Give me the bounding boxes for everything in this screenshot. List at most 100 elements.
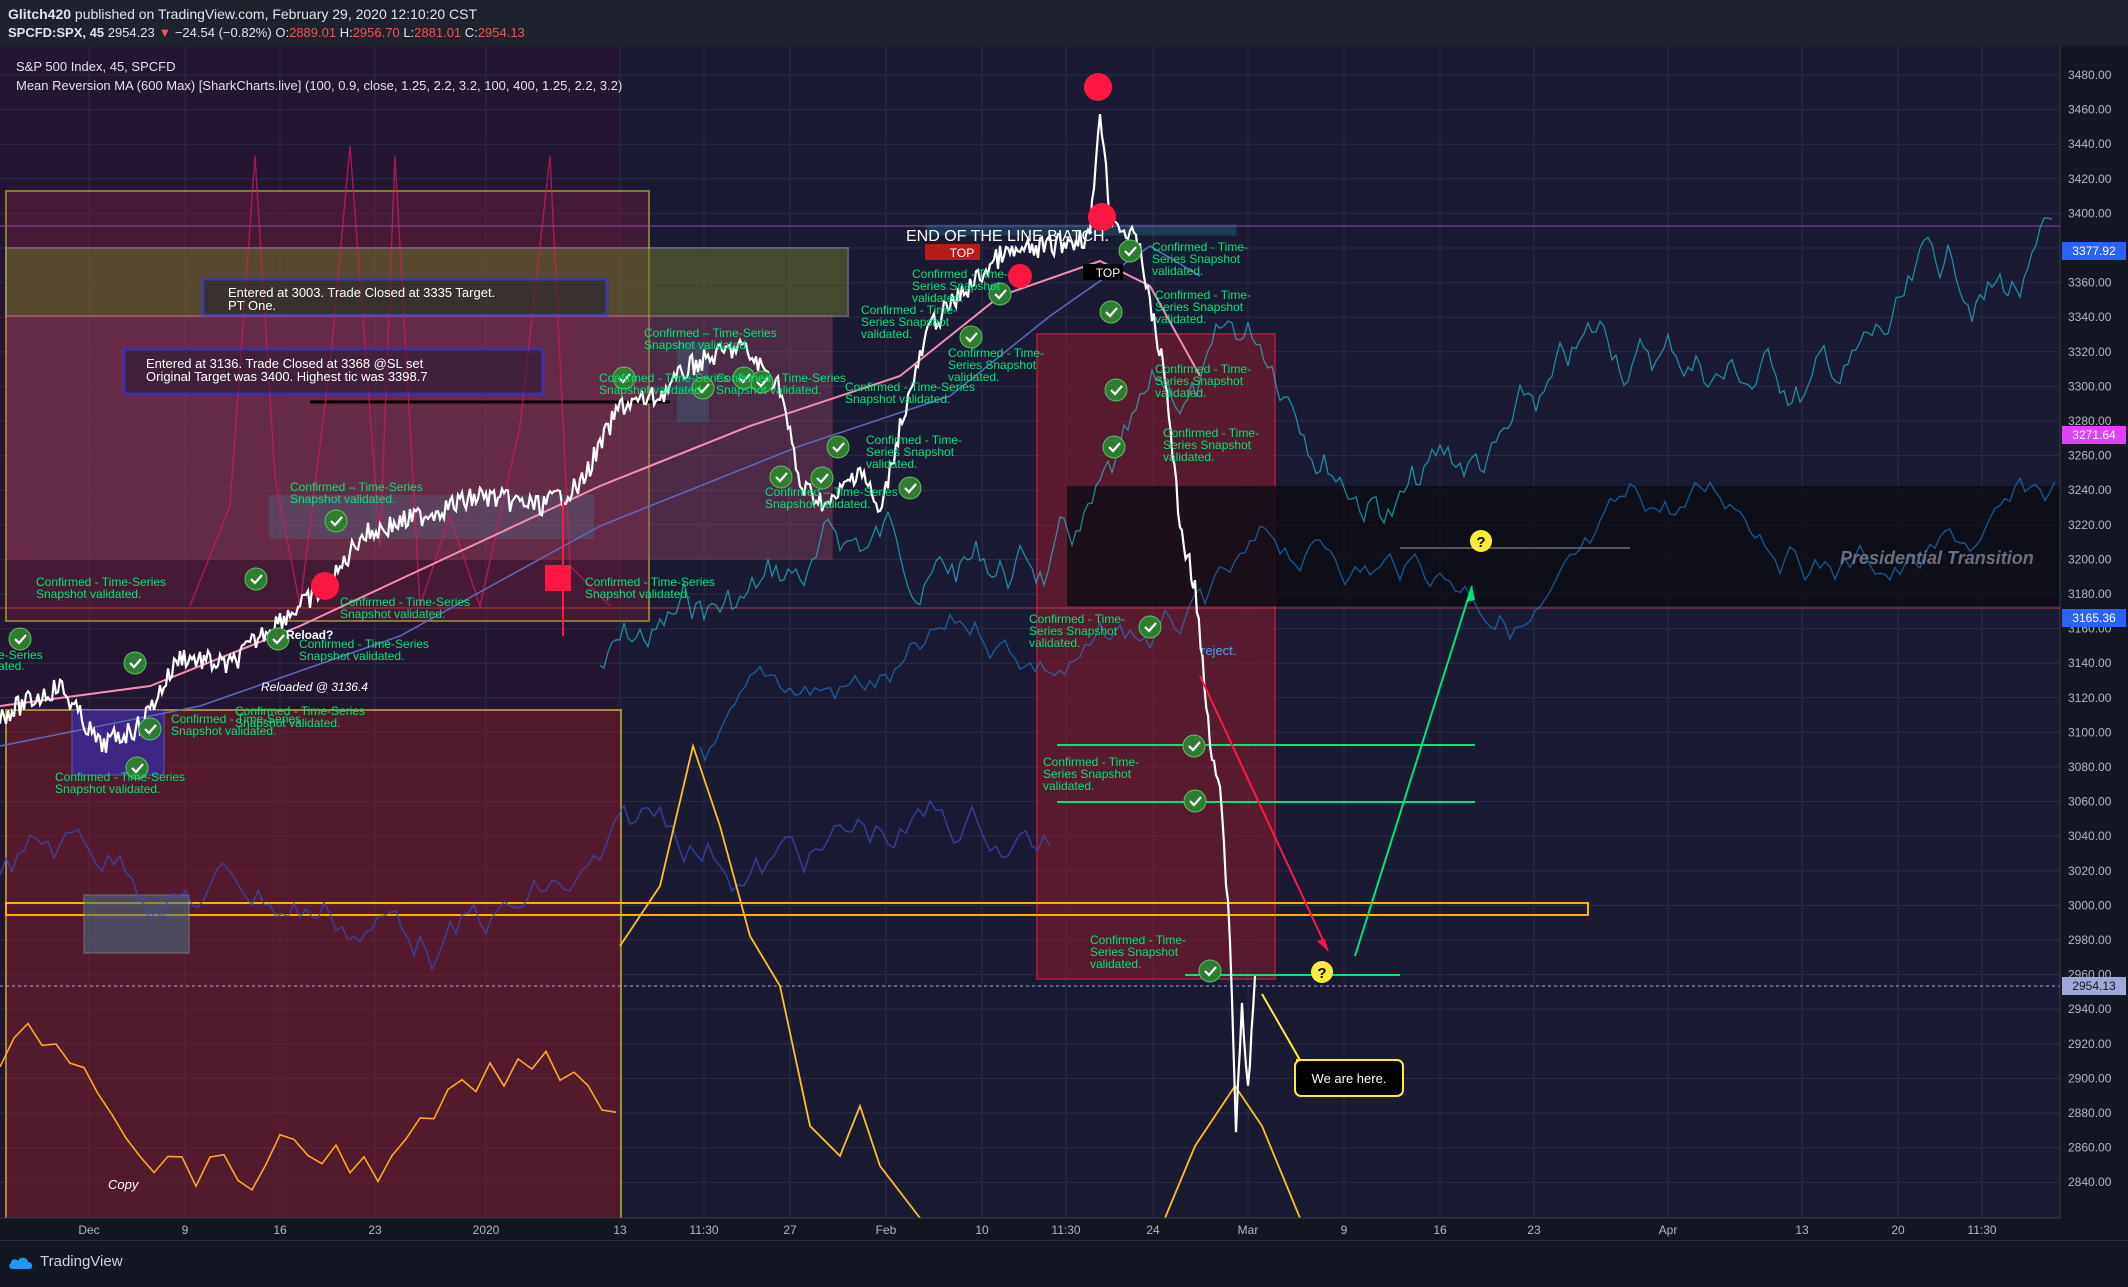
price-tick-label: 3100.00 (2068, 725, 2112, 739)
check-icon[interactable] (1182, 734, 1206, 758)
open-label: O: (275, 25, 290, 40)
check-icon[interactable] (826, 435, 850, 459)
reject-label: reject. (1201, 643, 1236, 658)
check-icon[interactable] (898, 476, 922, 500)
price-tick-label: 3480.00 (2068, 68, 2112, 82)
question-2-label: ? (1317, 965, 1326, 982)
time-tick-label: Feb (876, 1223, 897, 1237)
price-tick-label: 3280.00 (2068, 414, 2112, 428)
price-tick-label: 2900.00 (2068, 1071, 2112, 1085)
close-value: 2954.13 (477, 25, 525, 40)
price-tick-label: 3240.00 (2068, 483, 2112, 497)
confirm-label: ated. (0, 659, 25, 673)
check-icon[interactable] (1118, 239, 1142, 263)
ohlc-line: SPCFD:SPX, 45 2954.23 ▼ −24.54 (−0.82%) … (8, 25, 525, 40)
time-tick-label: 16 (273, 1223, 287, 1237)
down-arrow-icon: ▼ (158, 25, 172, 40)
price-tick-label: 3420.00 (2068, 172, 2112, 186)
badge-top-text: 3377.92 (2072, 244, 2116, 258)
time-tick-label: 11:30 (1051, 1223, 1080, 1237)
price-tick-label: 3180.00 (2068, 587, 2112, 601)
tradingview-cloud-icon (9, 1257, 33, 1269)
price-tick-label: 3360.00 (2068, 276, 2112, 290)
high-value: 2956.70 (352, 25, 400, 40)
price-tick-label: 3140.00 (2068, 656, 2112, 670)
check-icon[interactable] (324, 509, 348, 533)
red-marker-3[interactable] (1008, 264, 1032, 288)
author-name[interactable]: Glitch420 (8, 6, 71, 22)
footer-brand: TradingView (40, 1253, 123, 1270)
price-tick-label: 2940.00 (2068, 1002, 2112, 1016)
check-icon[interactable] (1183, 789, 1207, 813)
check-icon[interactable] (8, 627, 32, 651)
check-icon[interactable] (244, 567, 268, 591)
high-label: H: (339, 25, 353, 40)
price-tick-label: 3000.00 (2068, 898, 2112, 912)
reloaded-label: Reloaded @ 3136.4 (261, 680, 368, 694)
close-label: C: (464, 25, 478, 40)
low-label: L: (403, 25, 415, 40)
symbol-label[interactable]: SPCFD:SPX, 45 (8, 25, 104, 40)
price-tick-label: 3440.00 (2068, 137, 2112, 151)
time-tick-label: 27 (783, 1223, 797, 1237)
red-marker-4[interactable] (311, 572, 339, 600)
price-tick-label: 2980.00 (2068, 933, 2112, 947)
check-icon[interactable] (1138, 615, 1162, 639)
chart-header: Glitch420 published on TradingView.com, … (0, 0, 2128, 46)
check-icon[interactable] (123, 651, 147, 675)
time-tick-label: 11:30 (689, 1223, 718, 1237)
top-label-2: TOP (1096, 266, 1120, 280)
presidential-label: Presidential Transition (1840, 548, 2034, 568)
time-tick-label: 24 (1146, 1223, 1160, 1237)
time-tick-label: 9 (1341, 1223, 1348, 1237)
check-icon[interactable] (1104, 378, 1128, 402)
presidential-zone[interactable] (1067, 486, 2060, 606)
chart-canvas[interactable]: ? ? Entered at 3003. Trade Closed at 333… (0, 46, 2128, 1240)
publish-info: published on TradingView.com, February 2… (74, 6, 478, 22)
red-square-marker[interactable] (545, 565, 571, 591)
time-tick-label: Dec (78, 1223, 99, 1237)
check-icon[interactable] (138, 717, 162, 741)
price-tick-label: 3260.00 (2068, 449, 2112, 463)
price-tick-label: 3200.00 (2068, 552, 2112, 566)
price-tick-label: 3040.00 (2068, 829, 2112, 843)
time-tick-label: 23 (368, 1223, 382, 1237)
time-tick-label: Apr (1659, 1223, 1678, 1237)
time-tick-label: Mar (1238, 1223, 1259, 1237)
price-change: −24.54 (−0.82%) (174, 25, 272, 40)
time-tick-label: 16 (1433, 1223, 1447, 1237)
we-are-here-label: We are here. (1312, 1071, 1387, 1086)
check-icon[interactable] (1102, 435, 1126, 459)
badge-pink-text: 3271.64 (2072, 428, 2116, 442)
last-price: 2954.23 (107, 25, 155, 40)
blue-box-bottom[interactable] (83, 894, 190, 954)
tradingview-logo[interactable]: TradingView (8, 1253, 123, 1270)
time-tick-label: 9 (182, 1223, 189, 1237)
legend-indicator[interactable]: Mean Reversion MA (600 Max) [SharkCharts… (16, 78, 622, 93)
price-tick-label: 3300.00 (2068, 379, 2112, 393)
footer-bar: TradingView (0, 1240, 2128, 1287)
badge-mid-text: 3165.36 (2072, 611, 2116, 625)
time-tick-label: 2020 (473, 1223, 500, 1237)
price-tick-label: 3060.00 (2068, 795, 2112, 809)
trade2-line2: Original Target was 3400. Highest tic wa… (146, 369, 428, 384)
badge-last-text: 2954.13 (2072, 979, 2116, 993)
chart-area[interactable]: ? ? Entered at 3003. Trade Closed at 333… (0, 46, 2128, 1240)
check-icon[interactable] (959, 325, 983, 349)
top-label-1: TOP (950, 246, 974, 260)
trade1-line2: PT One. (228, 298, 276, 313)
question-1-label: ? (1476, 534, 1485, 551)
red-marker-2[interactable] (1088, 203, 1116, 231)
check-icon[interactable] (1099, 300, 1123, 324)
publish-line: Glitch420 published on TradingView.com, … (8, 6, 477, 22)
price-tick-label: 2860.00 (2068, 1141, 2112, 1155)
price-tick-label: 3220.00 (2068, 518, 2112, 532)
time-tick-label: 13 (613, 1223, 627, 1237)
time-tick-label: 23 (1527, 1223, 1541, 1237)
price-tick-label: 3320.00 (2068, 345, 2112, 359)
price-tick-label: 2840.00 (2068, 1175, 2112, 1189)
low-value: 2881.01 (414, 25, 462, 40)
red-marker-top[interactable] (1084, 73, 1112, 101)
check-icon[interactable] (1198, 959, 1222, 983)
price-tick-label: 3080.00 (2068, 760, 2112, 774)
